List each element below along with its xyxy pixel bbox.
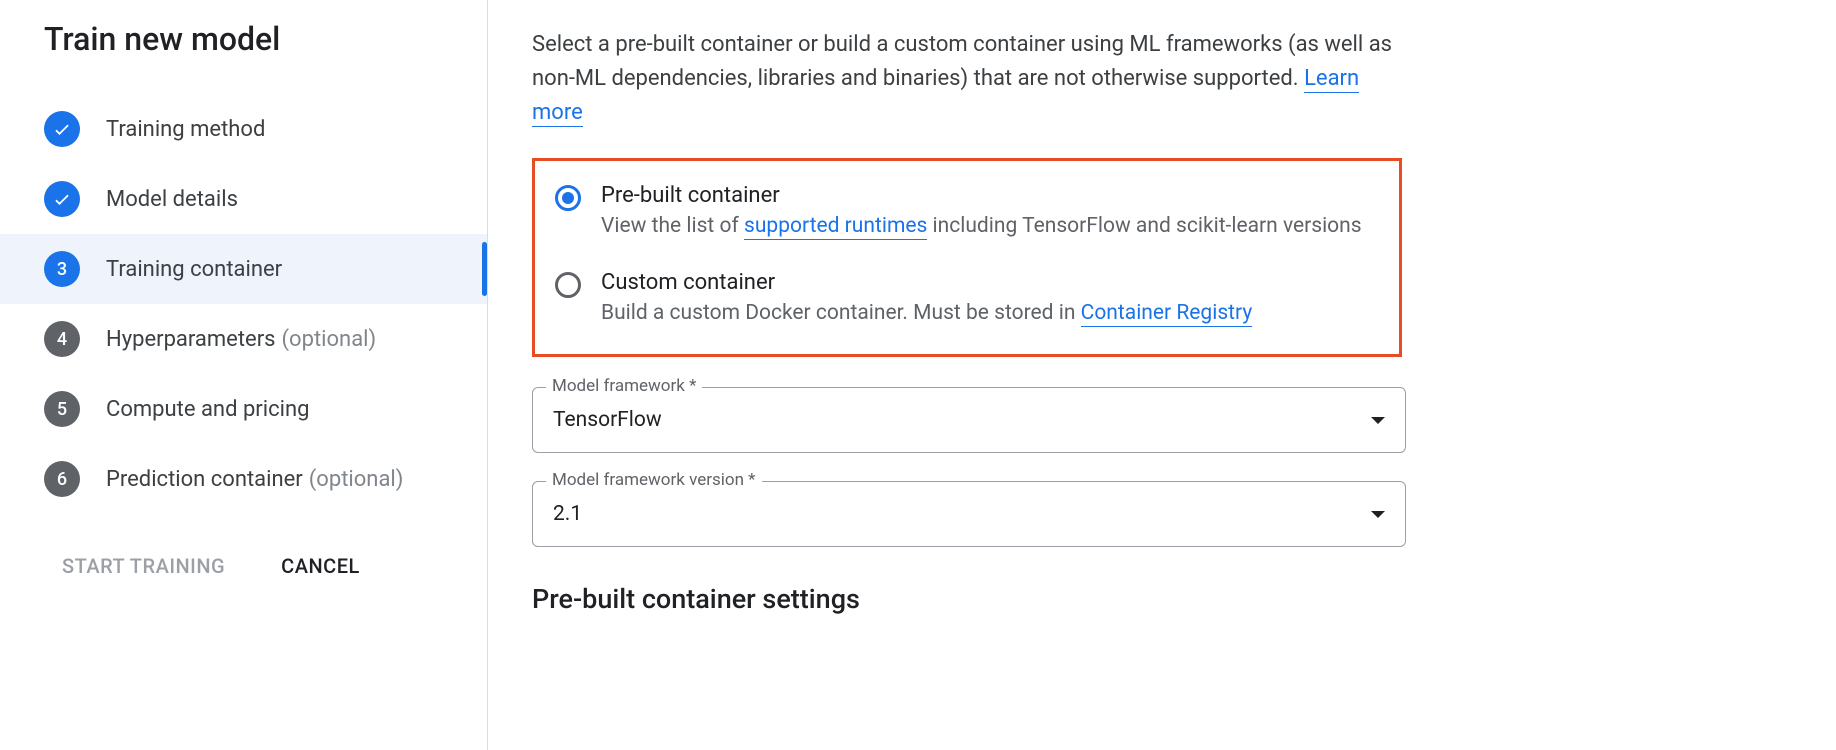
- prebuilt-settings-heading: Pre-built container settings: [532, 583, 1796, 615]
- main-panel: Select a pre-built container or build a …: [488, 0, 1836, 750]
- step-label: Compute and pricing: [106, 397, 309, 422]
- step-label: Prediction container: [106, 467, 303, 492]
- page-title: Train new model: [44, 20, 487, 58]
- radio-desc: View the list of supported runtimes incl…: [601, 212, 1362, 241]
- model-framework-version-select[interactable]: 2.1: [532, 481, 1406, 547]
- chevron-down-icon: [1371, 417, 1385, 424]
- step-optional: (optional): [309, 467, 404, 492]
- select-value: TensorFlow: [553, 408, 662, 432]
- radio-icon: [555, 185, 581, 211]
- select-value: 2.1: [553, 502, 582, 526]
- radio-icon: [555, 272, 581, 298]
- supported-runtimes-link[interactable]: supported runtimes: [744, 214, 927, 240]
- step-number-icon: 4: [44, 321, 80, 357]
- radio-desc: Build a custom Docker container. Must be…: [601, 299, 1252, 328]
- check-icon: [44, 181, 80, 217]
- model-framework-select[interactable]: TensorFlow: [532, 387, 1406, 453]
- container-registry-link[interactable]: Container Registry: [1081, 301, 1253, 327]
- check-icon: [44, 111, 80, 147]
- step-list: Training method Model details 3 Training…: [44, 94, 487, 514]
- step-number-icon: 3: [44, 251, 80, 287]
- radio-desc-text: including TensorFlow and scikit-learn ve…: [927, 214, 1361, 238]
- chevron-down-icon: [1371, 511, 1385, 518]
- container-type-group: Pre-built container View the list of sup…: [532, 158, 1402, 357]
- intro-body: Select a pre-built container or build a …: [532, 32, 1392, 91]
- radio-label: Custom container: [601, 270, 1252, 295]
- step-label: Training container: [106, 257, 282, 282]
- radio-label: Pre-built container: [601, 183, 1362, 208]
- radio-prebuilt-container[interactable]: Pre-built container View the list of sup…: [555, 183, 1379, 241]
- cancel-button[interactable]: CANCEL: [281, 554, 360, 578]
- radio-desc-text: View the list of: [601, 214, 744, 238]
- step-hyperparameters[interactable]: 4 Hyperparameters (optional): [44, 304, 487, 374]
- step-number-icon: 5: [44, 391, 80, 427]
- step-label: Model details: [106, 187, 238, 212]
- wizard-actions: START TRAINING CANCEL: [44, 554, 487, 578]
- radio-custom-container[interactable]: Custom container Build a custom Docker c…: [555, 270, 1379, 328]
- start-training-button[interactable]: START TRAINING: [62, 554, 225, 578]
- step-number-icon: 6: [44, 461, 80, 497]
- model-framework-version-field: Model framework version * 2.1: [532, 481, 1406, 547]
- step-label: Training method: [106, 117, 265, 142]
- field-label: Model framework *: [546, 376, 702, 396]
- step-training-method[interactable]: Training method: [44, 94, 487, 164]
- step-label: Hyperparameters: [106, 327, 276, 352]
- step-optional: (optional): [282, 327, 377, 352]
- step-training-container[interactable]: 3 Training container: [0, 234, 487, 304]
- radio-desc-text: Build a custom Docker container. Must be…: [601, 301, 1081, 325]
- intro-text: Select a pre-built container or build a …: [532, 28, 1412, 130]
- step-model-details[interactable]: Model details: [44, 164, 487, 234]
- model-framework-field: Model framework * TensorFlow: [532, 387, 1406, 453]
- step-prediction-container[interactable]: 6 Prediction container (optional): [44, 444, 487, 514]
- field-label: Model framework version *: [546, 470, 762, 490]
- wizard-sidebar: Train new model Training method Model de…: [0, 0, 488, 750]
- step-compute-pricing[interactable]: 5 Compute and pricing: [44, 374, 487, 444]
